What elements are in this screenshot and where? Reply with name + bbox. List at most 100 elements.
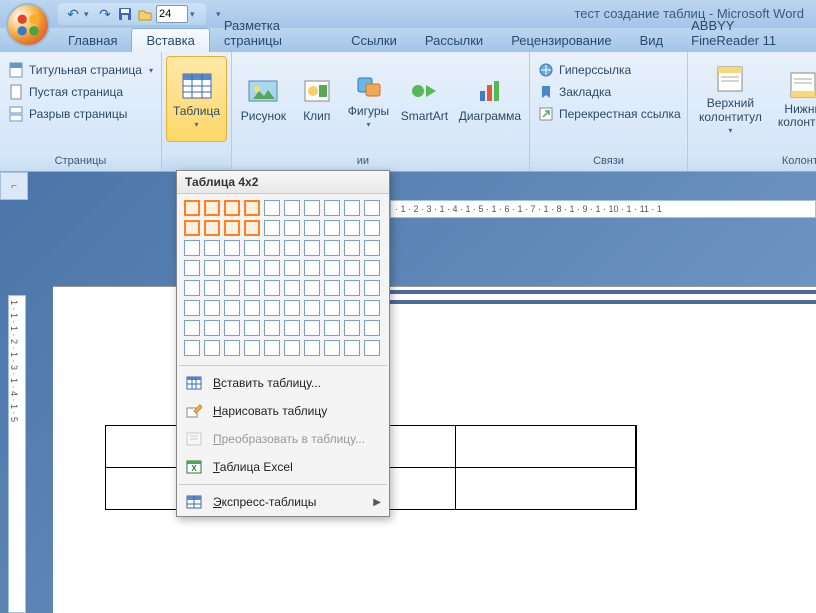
grid-cell[interactable] [284,200,300,216]
grid-cell[interactable] [284,260,300,276]
shapes-button[interactable]: Фигуры ▾ [343,56,394,142]
blank-page-button[interactable]: Пустая страница [4,82,157,102]
smartart-button[interactable]: SmartArt [396,56,453,142]
hyperlink-button[interactable]: Гиперссылка [534,60,685,80]
grid-cell[interactable] [284,220,300,236]
grid-cell[interactable] [324,340,340,356]
grid-cell[interactable] [264,280,280,296]
grid-cell[interactable] [364,320,380,336]
grid-cell[interactable] [244,320,260,336]
tab-home[interactable]: Главная [54,29,131,52]
tab-insert[interactable]: Вставка [131,28,209,52]
grid-cell[interactable] [344,220,360,236]
page-break-button[interactable]: Разрыв страницы [4,104,157,124]
grid-cell[interactable] [284,320,300,336]
grid-cell[interactable] [324,300,340,316]
grid-cell[interactable] [204,240,220,256]
grid-cell[interactable] [324,260,340,276]
grid-cell[interactable] [224,200,240,216]
grid-cell[interactable] [344,300,360,316]
grid-cell[interactable] [184,200,200,216]
header-button[interactable]: Верхний колонтитул ▾ [692,56,769,142]
grid-cell[interactable] [204,220,220,236]
grid-cell[interactable] [184,260,200,276]
grid-cell[interactable] [204,200,220,216]
footer-button[interactable]: Нижни колонтит [771,56,816,142]
save-icon[interactable] [116,5,134,23]
chart-button[interactable]: Диаграмма [455,56,525,142]
grid-cell[interactable] [284,240,300,256]
picture-button[interactable]: Рисунок [236,56,291,142]
grid-cell[interactable] [344,240,360,256]
grid-cell[interactable] [244,260,260,276]
grid-cell[interactable] [264,240,280,256]
grid-cell[interactable] [224,240,240,256]
grid-cell[interactable] [364,300,380,316]
tab-review[interactable]: Рецензирование [497,29,625,52]
grid-cell[interactable] [244,280,260,296]
grid-cell[interactable] [324,220,340,236]
grid-cell[interactable] [344,260,360,276]
undo-dropdown-icon[interactable]: ▾ [84,9,94,20]
ruler-corner[interactable]: ⌐ [0,172,28,200]
redo-icon[interactable]: ↷ [96,5,114,23]
tab-view[interactable]: Вид [626,29,678,52]
grid-cell[interactable] [304,340,320,356]
grid-cell[interactable] [184,240,200,256]
grid-cell[interactable] [224,280,240,296]
table-button[interactable]: Таблица ▾ [166,56,227,142]
grid-cell[interactable] [204,260,220,276]
grid-cell[interactable] [344,280,360,296]
grid-cell[interactable] [364,340,380,356]
grid-cell[interactable] [224,320,240,336]
grid-cell[interactable] [244,200,260,216]
grid-cell[interactable] [204,280,220,296]
bookmark-button[interactable]: Закладка [534,82,685,102]
horizontal-ruler[interactable]: · 1 · 2 · 3 · 1 · 4 · 1 · 5 · 1 · 6 · 1 … [390,200,816,218]
grid-cell[interactable] [344,320,360,336]
clip-button[interactable]: Клип [293,56,341,142]
table-grid-picker[interactable] [177,194,389,362]
grid-cell[interactable] [324,320,340,336]
grid-cell[interactable] [264,220,280,236]
grid-cell[interactable] [204,300,220,316]
grid-cell[interactable] [304,200,320,216]
insert-table-item[interactable]: Вставить таблицу... [177,369,389,397]
grid-cell[interactable] [364,220,380,236]
grid-cell[interactable] [264,260,280,276]
tab-page-layout[interactable]: Разметка страницы [210,14,337,52]
grid-cell[interactable] [264,340,280,356]
grid-cell[interactable] [284,300,300,316]
grid-cell[interactable] [184,340,200,356]
grid-cell[interactable] [304,220,320,236]
grid-cell[interactable] [224,260,240,276]
grid-cell[interactable] [184,280,200,296]
grid-cell[interactable] [284,280,300,296]
grid-cell[interactable] [224,220,240,236]
grid-cell[interactable] [304,320,320,336]
crossref-button[interactable]: Перекрестная ссылка [534,104,685,124]
grid-cell[interactable] [184,300,200,316]
grid-cell[interactable] [344,340,360,356]
grid-cell[interactable] [244,340,260,356]
grid-cell[interactable] [244,220,260,236]
grid-cell[interactable] [324,240,340,256]
grid-cell[interactable] [184,320,200,336]
grid-cell[interactable] [304,260,320,276]
grid-cell[interactable] [244,300,260,316]
vertical-ruler[interactable]: 1 · 1 · 1 · 2 · 1 · 3 · 1 · 4 · 1 · 5 [8,295,26,613]
grid-cell[interactable] [264,200,280,216]
grid-cell[interactable] [224,300,240,316]
tab-references[interactable]: Ссылки [337,29,411,52]
draw-table-item[interactable]: Нарисовать таблицу [177,397,389,425]
office-button[interactable] [6,3,50,47]
grid-cell[interactable] [264,300,280,316]
tab-mailings[interactable]: Рассылки [411,29,497,52]
grid-cell[interactable] [184,220,200,236]
grid-cell[interactable] [204,340,220,356]
grid-cell[interactable] [284,340,300,356]
grid-cell[interactable] [304,240,320,256]
grid-cell[interactable] [364,200,380,216]
open-icon[interactable] [136,5,154,23]
grid-cell[interactable] [364,280,380,296]
